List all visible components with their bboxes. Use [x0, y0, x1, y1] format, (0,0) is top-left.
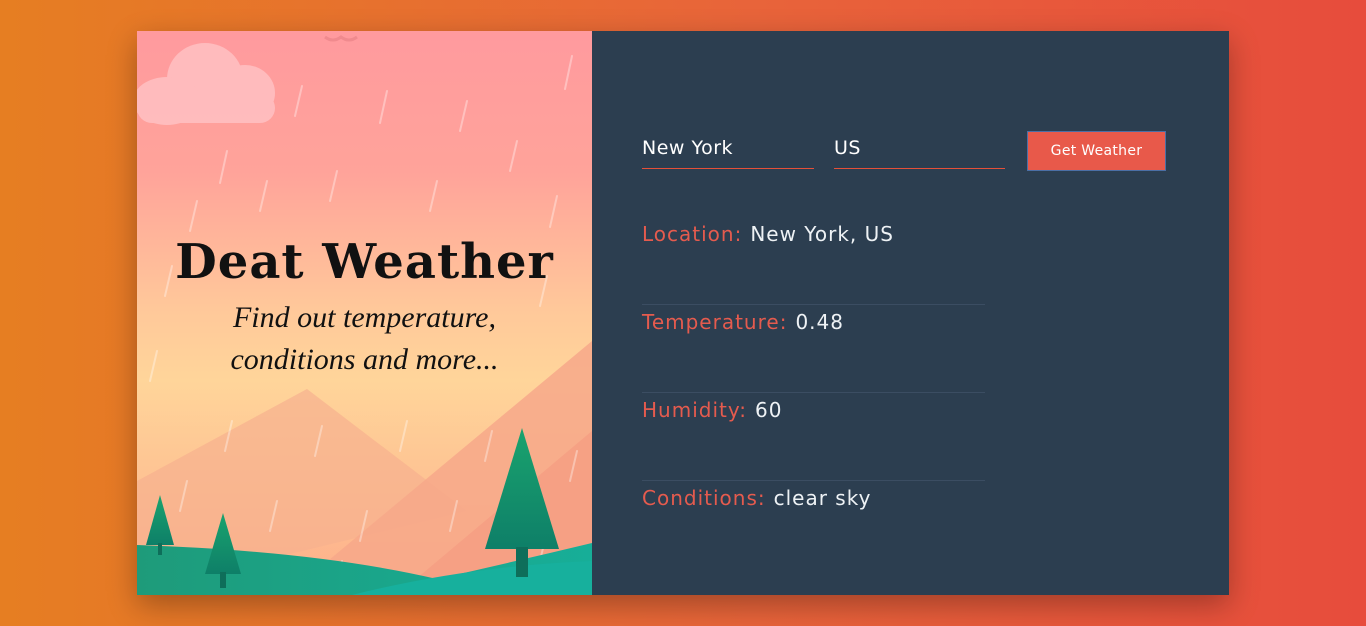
location-value: New York, US [750, 222, 894, 246]
temperature-value: 0.48 [795, 310, 844, 334]
weather-results: Location: New York, US Temperature: 0.48… [642, 217, 985, 569]
cloud-icon [137, 43, 275, 125]
humidity-label: Humidity: [642, 398, 747, 422]
temperature-row: Temperature: 0.48 [642, 305, 985, 393]
subtitle-line: Find out temperature, [232, 301, 496, 334]
temperature-label: Temperature: [642, 310, 788, 334]
weather-panel: Get Weather Location: New York, US Tempe… [592, 31, 1229, 595]
country-input[interactable] [834, 131, 1005, 169]
get-weather-button[interactable]: Get Weather [1027, 131, 1166, 171]
hero-panel: Deat Weather Find out temperature, condi… [137, 31, 592, 595]
humidity-value: 60 [754, 398, 783, 422]
weather-card: Deat Weather Find out temperature, condi… [137, 31, 1229, 595]
subtitle-line: conditions and more... [230, 343, 499, 376]
city-input[interactable] [642, 131, 814, 169]
humidity-row: Humidity: 60 [642, 393, 985, 481]
location-row: Location: New York, US [642, 217, 985, 305]
app-title: Deat Weather [175, 234, 554, 290]
conditions-value: clear sky [773, 486, 872, 510]
weather-form: Get Weather [642, 131, 1166, 171]
conditions-label: Conditions: [642, 486, 766, 510]
app-subtitle: Find out temperature, conditions and mor… [137, 297, 592, 381]
location-label: Location: [642, 222, 743, 246]
conditions-row: Conditions: clear sky [642, 481, 985, 569]
hero-text: Deat Weather Find out temperature, condi… [137, 231, 592, 381]
